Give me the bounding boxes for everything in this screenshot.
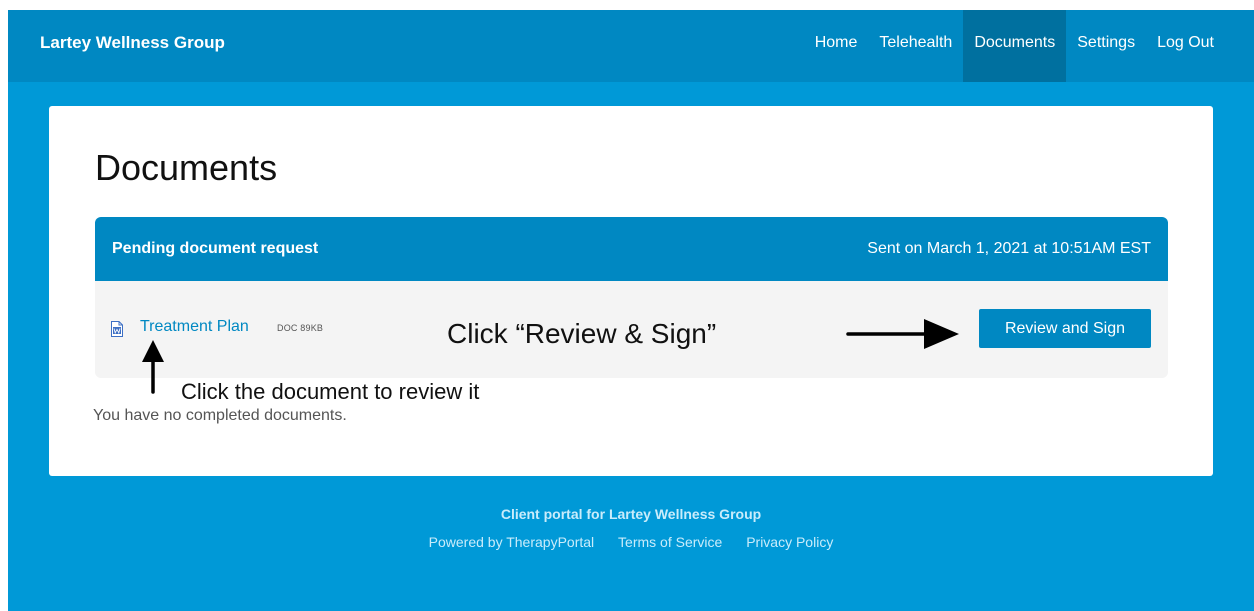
review-document-annotation: Click the document to review it xyxy=(181,379,480,404)
pending-request-title: Pending document request xyxy=(112,240,319,257)
sent-timestamp: Sent on March 1, 2021 at 10:51AM EST xyxy=(867,240,1151,257)
completed-documents-empty: You have no completed documents. xyxy=(93,407,347,424)
screenshot-canvas: Lartey Wellness Group Home Telehealth Do… xyxy=(0,0,1254,611)
page-title: Documents xyxy=(95,147,278,188)
nav-settings[interactable]: Settings xyxy=(1066,10,1146,82)
nav-home[interactable]: Home xyxy=(804,10,869,82)
pending-request-header: Pending document request Sent on March 1… xyxy=(95,217,1168,281)
nav-telehealth[interactable]: Telehealth xyxy=(868,10,963,82)
main-nav: Home Telehealth Documents Settings Log O… xyxy=(804,10,1225,82)
pending-request-panel: Pending document request Sent on March 1… xyxy=(95,217,1168,378)
footer-title: Client portal for Lartey Wellness Group xyxy=(500,506,762,522)
documents-card: Documents Pending document request Sent … xyxy=(49,106,1213,476)
brand-link[interactable]: Lartey Wellness Group xyxy=(40,10,225,75)
powered-by-link[interactable]: Powered by TherapyPortal xyxy=(429,534,595,550)
client-portal-page: Lartey Wellness Group Home Telehealth Do… xyxy=(8,10,1254,611)
privacy-policy-link[interactable]: Privacy Policy xyxy=(746,534,833,550)
word-document-icon[interactable] xyxy=(110,321,124,337)
up-arrow-annotation xyxy=(142,340,164,394)
document-meta: DOC 89KB xyxy=(277,323,324,333)
footer-links: Powered by TherapyPortal Terms of Servic… xyxy=(8,532,1254,552)
right-arrow-annotation xyxy=(846,319,959,349)
review-sign-annotation: Click “Review & Sign” xyxy=(447,318,717,349)
footer: Client portal for Lartey Wellness Group … xyxy=(8,504,1254,552)
nav-documents[interactable]: Documents xyxy=(963,10,1067,82)
terms-of-service-link[interactable]: Terms of Service xyxy=(618,534,722,550)
top-navbar: Lartey Wellness Group Home Telehealth Do… xyxy=(8,10,1254,82)
document-link[interactable]: Treatment Plan xyxy=(140,316,249,338)
nav-log-out[interactable]: Log Out xyxy=(1146,10,1225,82)
review-and-sign-button[interactable]: Review and Sign xyxy=(979,309,1151,348)
